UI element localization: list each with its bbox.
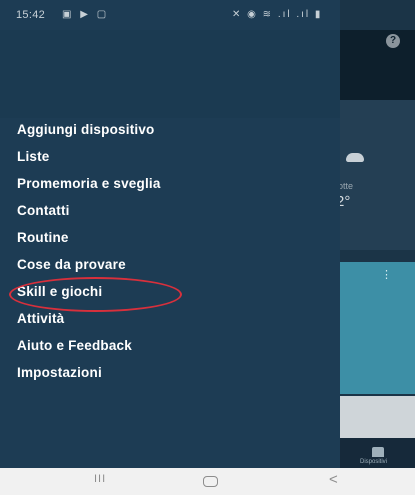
drawer-header <box>0 30 340 118</box>
home-button[interactable] <box>203 476 218 487</box>
android-navigation-bar: III < <box>0 468 415 495</box>
status-time: 15:42 <box>16 9 46 21</box>
navigation-drawer: Aggiungi dispositivo Liste Promemoria e … <box>0 0 340 468</box>
recents-button[interactable]: III <box>94 473 106 485</box>
menu-item-lists[interactable]: Liste <box>0 143 340 170</box>
help-icon[interactable]: ? <box>386 34 400 48</box>
drawer-menu: Aggiungi dispositivo Liste Promemoria e … <box>0 116 340 386</box>
devices-tab-label: Dispositivi <box>360 459 388 465</box>
more-options-icon[interactable]: ⋮ <box>381 270 392 281</box>
menu-item-skills-games[interactable]: Skill e giochi <box>0 278 340 305</box>
back-button[interactable]: < <box>329 471 338 488</box>
cloud-icon <box>346 153 364 162</box>
weather-label: otte <box>338 181 354 191</box>
menu-item-activity[interactable]: Attività <box>0 305 340 332</box>
notification-icons: ▣ ▶ ▢ <box>62 9 110 20</box>
menu-item-reminders-alarms[interactable]: Promemoria e sveglia <box>0 170 340 197</box>
menu-item-help-feedback[interactable]: Aiuto e Feedback <box>0 332 340 359</box>
menu-item-things-to-try[interactable]: Cose da provare <box>0 251 340 278</box>
menu-item-add-device[interactable]: Aggiungi dispositivo <box>0 116 340 143</box>
phone-screen: ? otte 2° ⋮ Dispositivi Aggiungi disposi… <box>0 0 415 495</box>
menu-item-settings[interactable]: Impostazioni <box>0 359 340 386</box>
menu-item-contacts[interactable]: Contatti <box>0 197 340 224</box>
status-bar: 15:42 ▣ ▶ ▢ ✕ ◉ ≋ .ıl .ıl ▮ <box>0 0 340 30</box>
system-status-icons: ✕ ◉ ≋ .ıl .ıl ▮ <box>232 9 323 20</box>
devices-icon[interactable] <box>372 447 384 457</box>
menu-item-routines[interactable]: Routine <box>0 224 340 251</box>
